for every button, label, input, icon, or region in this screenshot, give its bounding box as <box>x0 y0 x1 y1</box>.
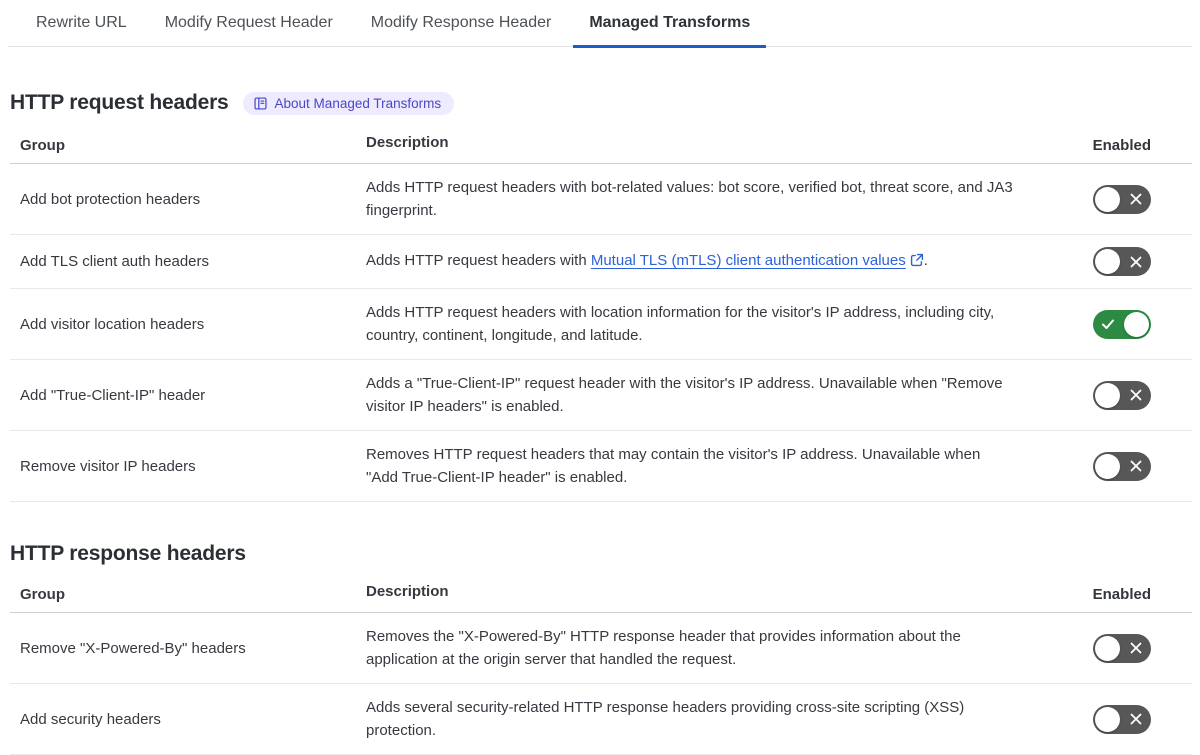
about-link-label: About Managed Transforms <box>274 95 442 111</box>
toggle-knob <box>1095 706 1120 732</box>
table-row: Remove visitor IP headers Removes HTTP r… <box>10 431 1192 502</box>
table-row: Add "True-Client-IP" header Adds a "True… <box>10 360 1192 431</box>
table-row: Add visitor location headers Adds HTTP r… <box>10 289 1192 360</box>
column-header-enabled: Enabled <box>1092 137 1151 154</box>
column-header-group: Group <box>20 586 65 603</box>
toggle-add-security-headers[interactable] <box>1093 704 1151 734</box>
group-description: Adds several security-related HTTP respo… <box>366 699 965 739</box>
group-name: Add TLS client auth headers <box>20 253 210 270</box>
x-icon <box>1130 256 1142 268</box>
group-name: Remove visitor IP headers <box>20 457 196 475</box>
rules-tab-bar: Rewrite URL Modify Request Header Modify… <box>8 0 1192 48</box>
request-headers-section: HTTP request headers About Managed Trans… <box>0 91 1200 502</box>
tab-modify-request-header[interactable]: Modify Request Header <box>149 0 349 48</box>
column-header-enabled: Enabled <box>1092 586 1151 603</box>
toggle-add-true-client-ip-header[interactable] <box>1093 380 1151 410</box>
about-managed-transforms-link[interactable]: About Managed Transforms <box>242 91 455 115</box>
toggle-knob <box>1095 635 1120 661</box>
table-header-row: Group Description Enabled <box>10 131 1192 164</box>
group-description: Removes the "X-Powered-By" HTTP response… <box>366 628 961 668</box>
group-name: Add "True-Client-IP" header <box>20 386 206 404</box>
x-icon <box>1130 713 1142 725</box>
group-name: Remove "X-Powered-By" headers <box>20 639 246 657</box>
toggle-add-visitor-location-headers[interactable] <box>1093 309 1151 339</box>
table-row: Add bot protection headers Adds HTTP req… <box>10 164 1192 235</box>
table-header-row: Group Description Enabled <box>10 580 1192 613</box>
group-description: Adds HTTP request headers with location … <box>366 304 995 344</box>
book-icon <box>253 96 268 111</box>
group-description: Adds HTTP request headers with bot-relat… <box>366 179 1013 219</box>
column-header-group: Group <box>20 137 65 154</box>
table-row: Remove "X-Powered-By" headers Removes th… <box>10 613 1192 684</box>
column-header-description: Description <box>366 583 449 600</box>
group-description: Removes HTTP request headers that may co… <box>366 446 981 486</box>
toggle-remove-x-powered-by-headers[interactable] <box>1093 633 1151 663</box>
response-headers-title: HTTP response headers <box>10 542 246 565</box>
x-icon <box>1130 460 1142 472</box>
toggle-knob <box>1095 382 1120 408</box>
group-name: Add bot protection headers <box>20 190 201 208</box>
x-icon <box>1130 389 1142 401</box>
x-icon <box>1130 642 1142 654</box>
toggle-knob <box>1124 311 1149 337</box>
tab-rewrite-url[interactable]: Rewrite URL <box>20 0 143 48</box>
check-icon <box>1101 317 1115 331</box>
column-header-description: Description <box>366 134 449 151</box>
response-headers-section: HTTP response headers Group Description … <box>0 542 1200 755</box>
request-headers-table: Group Description Enabled Add bot protec… <box>10 131 1192 502</box>
toggle-knob <box>1095 249 1120 274</box>
mtls-client-auth-values-link[interactable]: Mutual TLS (mTLS) client authentication … <box>591 252 906 269</box>
x-icon <box>1130 193 1142 205</box>
tab-modify-response-header[interactable]: Modify Response Header <box>355 0 568 48</box>
group-description: Adds a "True-Client-IP" request header w… <box>366 375 1003 415</box>
toggle-knob <box>1095 453 1120 479</box>
toggle-add-tls-client-auth-headers[interactable] <box>1093 247 1151 276</box>
group-description: Adds HTTP request headers with Mutual TL… <box>366 249 1014 274</box>
toggle-knob <box>1095 186 1120 212</box>
request-headers-title: HTTP request headers <box>10 91 229 114</box>
toggle-remove-visitor-ip-headers[interactable] <box>1093 451 1151 481</box>
toggle-add-bot-protection-headers[interactable] <box>1093 184 1151 214</box>
tab-managed-transforms[interactable]: Managed Transforms <box>573 0 767 48</box>
table-row: Add TLS client auth headers Adds HTTP re… <box>10 235 1192 289</box>
managed-transforms-page: Rewrite URL Modify Request Header Modify… <box>0 0 1200 755</box>
group-name: Add security headers <box>20 710 161 728</box>
external-link-icon[interactable] <box>910 251 924 274</box>
group-name: Add visitor location headers <box>20 315 205 333</box>
table-row: Add security headers Adds several securi… <box>10 684 1192 755</box>
response-headers-table: Group Description Enabled Remove "X-Powe… <box>10 580 1192 755</box>
